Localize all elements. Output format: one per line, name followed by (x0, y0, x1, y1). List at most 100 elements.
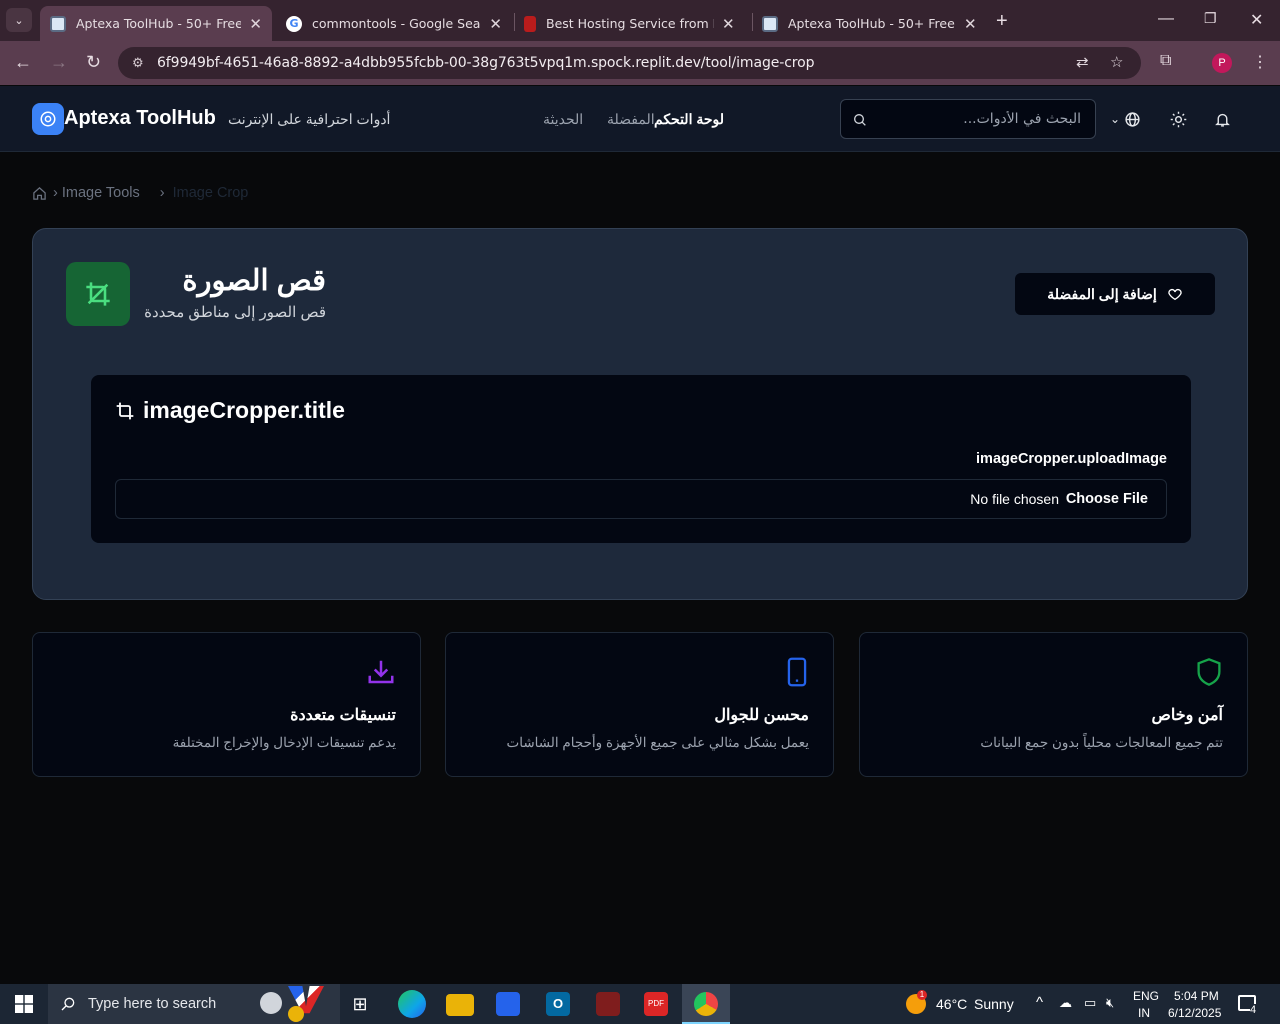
minimize-icon[interactable]: — (1158, 10, 1174, 28)
volume-muted-icon[interactable]: 🔇︎ (1106, 995, 1114, 1011)
tab-aptexa-active[interactable]: Aptexa ToolHub - 50+ Free Onl ✕ (40, 6, 272, 41)
region-code[interactable]: IN (1138, 1006, 1150, 1020)
clock-date[interactable]: 6/12/2025 (1168, 1006, 1221, 1020)
google-icon: G (286, 15, 302, 32)
breadcrumb-chevron-icon: › (53, 185, 58, 201)
tab-title: commontools - Google Search (312, 16, 482, 31)
tab-title: Aptexa ToolHub - 50+ Free Onl (76, 16, 242, 31)
shield-icon (1197, 658, 1221, 686)
back-arrow-icon[interactable]: ← (14, 52, 32, 73)
tab-title: Aptexa ToolHub - 50+ Free Onl (788, 16, 956, 31)
translate-icon[interactable]: ⇄ (1076, 53, 1089, 71)
tab-hosting[interactable]: Best Hosting Service from India ✕ (514, 6, 750, 41)
logo-icon[interactable] (32, 103, 64, 135)
feature-desc: يعمل بشكل مثالي على جميع الأجهزة وأحجام … (506, 735, 810, 750)
chevron-up-icon[interactable]: ^ (1036, 994, 1043, 1011)
nav-recent[interactable]: الحديثة (543, 111, 583, 128)
monitor-icon[interactable]: ▭ (1084, 995, 1096, 1011)
crop-icon (116, 402, 134, 420)
choose-file-button[interactable]: Choose File (1066, 491, 1148, 507)
browser-tab-strip: ⌄ Aptexa ToolHub - 50+ Free Onl ✕ G comm… (0, 0, 1280, 41)
bell-icon[interactable] (1214, 111, 1231, 128)
app-icon[interactable] (596, 992, 620, 1016)
favorites-button-label: إضافة إلى المفضلة (1047, 285, 1157, 302)
download-icon (368, 660, 394, 684)
breadcrumb-chevron-icon: › (159, 185, 165, 201)
window-close-icon[interactable]: ✕ (1250, 10, 1263, 30)
add-to-favorites-button[interactable]: إضافة إلى المفضلة (1015, 273, 1215, 315)
heart-icon (1168, 288, 1182, 301)
close-icon[interactable]: ✕ (722, 15, 735, 33)
profile-avatar[interactable]: P (1212, 53, 1232, 73)
tab-search-button[interactable]: ⌄ (6, 8, 32, 32)
network-cloud-icon[interactable]: ☁ (1059, 995, 1072, 1011)
tool-search[interactable] (840, 99, 1096, 139)
hosting-favicon (524, 15, 536, 32)
weather-text[interactable]: Sunny (974, 996, 1014, 1012)
microsoft-store-icon[interactable] (496, 992, 520, 1016)
mobile-icon (787, 657, 807, 687)
windows-taskbar: Type here to search ⊞ O PDF 1 46°C Sunny… (0, 984, 1280, 1024)
tab-google-search[interactable]: G commontools - Google Search ✕ (276, 6, 512, 41)
feature-desc: تتم جميع المعالجات محلياً بدون جمع البيا… (980, 735, 1223, 750)
bookmark-star-icon[interactable]: ☆ (1110, 53, 1123, 71)
task-view-icon[interactable]: ⊞ (346, 990, 374, 1018)
sun-icon[interactable] (1170, 111, 1187, 128)
breadcrumb-category[interactable]: Image Tools (62, 185, 140, 201)
file-explorer-icon[interactable] (446, 994, 474, 1016)
feature-desc: يدعم تنسيقات الإدخال والإخراج المختلفة (172, 735, 396, 750)
weather-temp[interactable]: 46°C (936, 996, 967, 1012)
close-icon[interactable]: ✕ (964, 15, 977, 33)
forward-arrow-icon[interactable]: → (50, 52, 68, 73)
breadcrumb: › Image Tools › Image Crop (32, 185, 248, 201)
medal-coin-icon (288, 1006, 304, 1022)
extensions-icon[interactable]: ⧉ (1160, 52, 1171, 70)
cropper-title: imageCropper.title (143, 397, 345, 423)
close-icon[interactable]: ✕ (249, 15, 262, 33)
taskbar-search-placeholder: Type here to search (88, 996, 217, 1012)
taskbar-search[interactable]: Type here to search (48, 984, 340, 1024)
reload-icon[interactable]: ↻ (86, 52, 101, 73)
feature-title: تنسيقات متعددة (290, 707, 396, 724)
no-file-text: No file chosen (970, 491, 1059, 507)
chrome-taskbar-active[interactable] (682, 984, 730, 1024)
weather-badge: 1 (917, 990, 927, 1000)
page-title: قص الصورة (182, 265, 326, 297)
file-input[interactable]: No file chosen Choose File (115, 479, 1167, 519)
chrome-icon (694, 992, 718, 1016)
feature-title: محسن للجوال (714, 707, 809, 724)
home-icon[interactable] (32, 186, 47, 201)
page-description: قص الصور إلى مناطق محددة (144, 304, 326, 321)
new-tab-plus-icon[interactable]: + (996, 10, 1008, 33)
address-bar[interactable]: ⚙ 6f9949bf-4651-46a8-8892-a4dbb955fcbb-0… (118, 47, 1141, 79)
edge-icon[interactable] (398, 990, 426, 1018)
outlook-icon[interactable]: O (546, 992, 570, 1016)
url-text[interactable]: 6f9949bf-4651-46a8-8892-a4dbb955fcbb-00-… (157, 55, 815, 71)
search-input[interactable] (871, 100, 1093, 138)
nav-favorites[interactable]: المفضلة (607, 111, 655, 128)
brand-tagline: أدوات احترافية على الإنترنت (228, 111, 391, 127)
tab-favicon (762, 15, 778, 32)
browser-menu-icon[interactable]: ⋮ (1252, 52, 1268, 72)
tab-favicon (50, 15, 66, 32)
golf-ball-icon (260, 992, 282, 1014)
restore-icon[interactable]: ❐ (1204, 10, 1217, 27)
pdf-icon[interactable]: PDF (644, 992, 668, 1016)
tab-title: Best Hosting Service from India (546, 16, 714, 31)
search-icon (61, 997, 75, 1011)
brand-name[interactable]: Aptexa ToolHub (64, 107, 216, 130)
language-code[interactable]: ENG (1133, 989, 1159, 1003)
globe-icon[interactable] (1124, 111, 1141, 128)
breadcrumb-current: Image Crop (172, 185, 249, 201)
feature-title: آمن وخاص (1151, 707, 1223, 724)
app-header: Aptexa ToolHub أدوات احترافية على الإنتر… (0, 86, 1280, 152)
image-cropper-card: imageCropper.title imageCropper.uploadIm… (91, 375, 1191, 543)
site-info-icon[interactable]: ⚙ (132, 55, 144, 71)
windows-start-icon[interactable] (15, 995, 33, 1013)
clock-time[interactable]: 5:04 PM (1174, 989, 1219, 1003)
tab-aptexa-2[interactable]: Aptexa ToolHub - 50+ Free Onl ✕ (752, 6, 988, 41)
chevron-down-icon[interactable]: ⌄ (1110, 112, 1120, 126)
feature-card-secure: آمن وخاص تتم جميع المعالجات محلياً بدون … (859, 632, 1248, 777)
nav-dashboard[interactable]: لوحة التحكم (654, 111, 724, 128)
close-icon[interactable]: ✕ (489, 15, 502, 33)
